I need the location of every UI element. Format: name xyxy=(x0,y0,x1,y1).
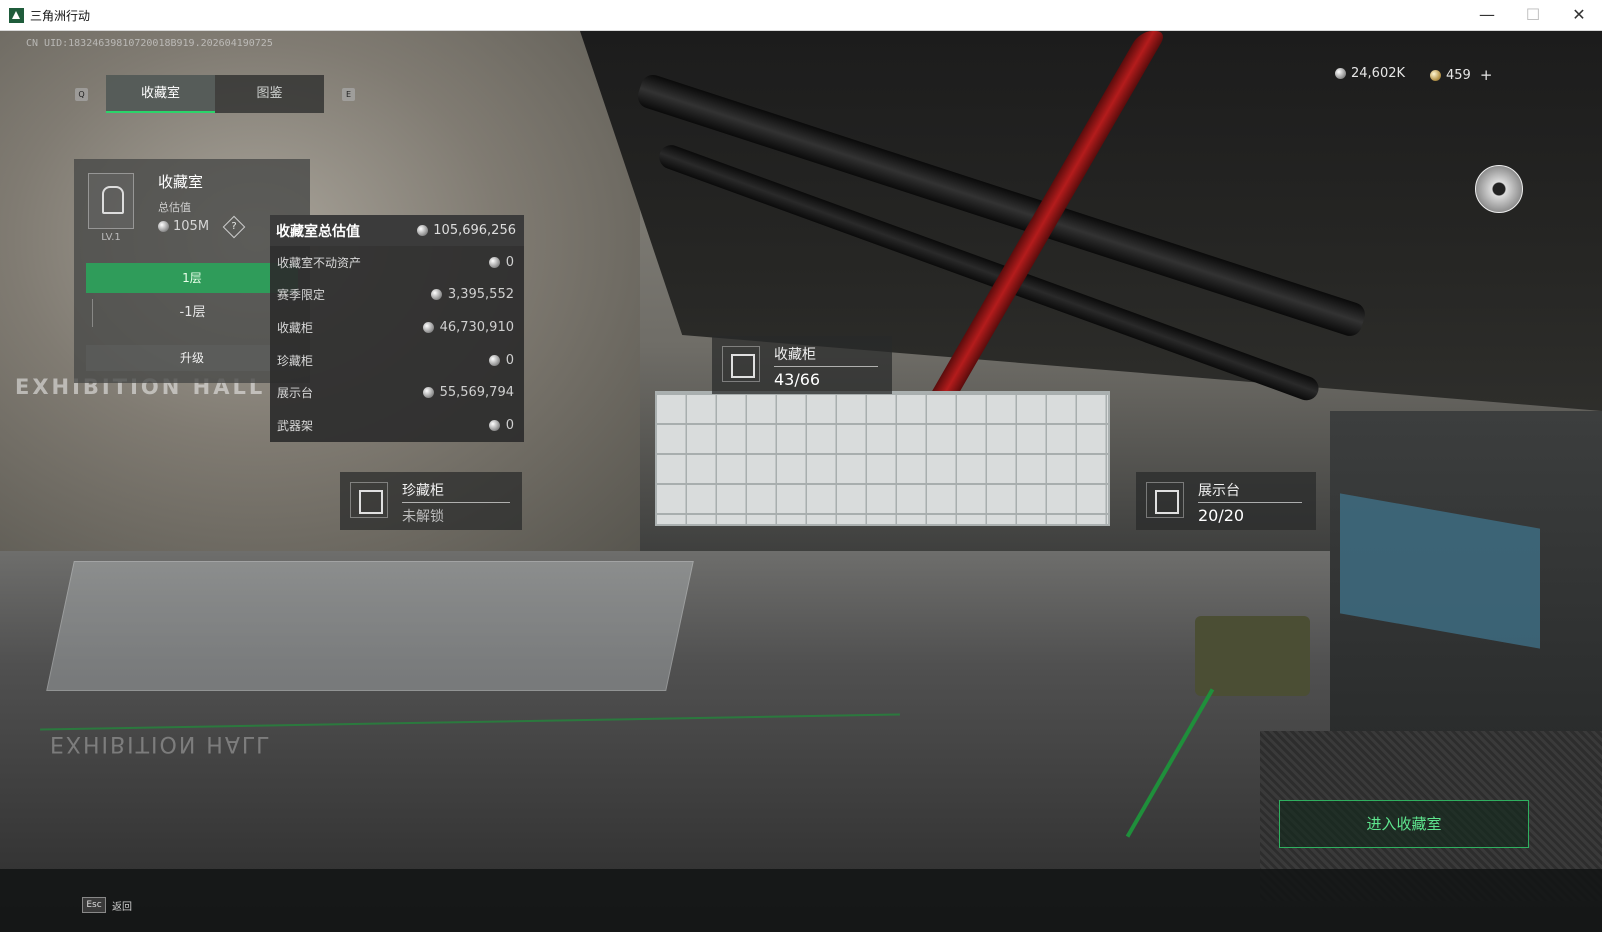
treasure-cabinet-icon xyxy=(350,482,388,518)
coin-icon xyxy=(158,221,169,232)
back-label: 返回 xyxy=(112,901,132,913)
value-row-label: 收藏室不动资产 xyxy=(277,255,362,270)
room-level: LV.1 xyxy=(101,232,121,243)
divider xyxy=(402,502,510,503)
coin-icon xyxy=(1335,68,1346,79)
value-row-amount: 3,395,552 xyxy=(447,287,514,303)
coin-icon xyxy=(422,321,434,333)
cabinet-hotspot[interactable]: 收藏柜 43/66 xyxy=(712,336,892,394)
value-row-label: 赛季限定 xyxy=(277,288,326,303)
coin-icon xyxy=(488,354,500,366)
player-uid: CN UID:18324639810720018B919.20260419072… xyxy=(26,38,273,49)
value-row-amount: 55,569,794 xyxy=(439,385,514,401)
display-stand-hotspot[interactable]: 展示台 20/20 xyxy=(1136,472,1316,530)
value-row-amount: 0 xyxy=(505,352,514,368)
coin-icon xyxy=(430,289,442,301)
value-row: 收藏室不动资产 0 xyxy=(270,246,524,279)
total-amount: 105,696,256 xyxy=(433,223,516,238)
coin-icon xyxy=(488,256,500,268)
cabinet-icon xyxy=(722,346,760,382)
coin-icon xyxy=(488,419,500,431)
tab-catalog[interactable]: 图鉴 xyxy=(215,75,324,113)
coin-balance: 24,602K xyxy=(1335,66,1405,81)
treasure-cabinet-status: 未解锁 xyxy=(402,509,444,525)
token-icon xyxy=(1430,69,1441,81)
app-logo-icon xyxy=(9,8,24,23)
exhibition-hall-floor-text: EXHIBITION HALL xyxy=(50,731,271,756)
value-row-label: 展示台 xyxy=(277,386,314,401)
value-row: 赛季限定 3,395,552 xyxy=(270,279,524,312)
value-row-label: 珍藏柜 xyxy=(277,353,314,368)
value-row-label: 收藏柜 xyxy=(277,320,314,335)
tab-collection-room[interactable]: 收藏室 xyxy=(106,75,215,113)
treasure-cabinet-title: 珍藏柜 xyxy=(402,483,444,499)
value-row: 展示台 55,569,794 xyxy=(270,376,524,409)
upgrade-button[interactable]: 升级 xyxy=(86,345,298,371)
tab-next-key: E xyxy=(342,88,355,101)
sunken-floor-area xyxy=(46,561,694,691)
divider xyxy=(774,366,878,367)
value-row: 收藏柜 46,730,910 xyxy=(270,311,524,344)
esc-key: Esc xyxy=(82,897,106,913)
tab-bar: 收藏室 图鉴 xyxy=(106,75,324,113)
value-row-label: 武器架 xyxy=(277,418,314,433)
cabinet-title: 收藏柜 xyxy=(774,347,816,363)
room-value: 105M xyxy=(158,219,209,234)
room-title: 收藏室 xyxy=(158,173,204,191)
music-disc-icon[interactable] xyxy=(1475,165,1523,213)
token-balance[interactable]: 459 + xyxy=(1430,66,1492,84)
room-value-label: 总估值 xyxy=(158,201,191,214)
display-stand-title: 展示台 xyxy=(1198,483,1240,499)
cabinet-count: 43/66 xyxy=(774,370,821,389)
value-row: 珍藏柜 0 xyxy=(270,344,524,377)
maximize-button[interactable]: ☐ xyxy=(1510,0,1556,31)
value-row-amount: 0 xyxy=(505,254,514,270)
coin-icon xyxy=(417,225,429,236)
add-token-button[interactable]: + xyxy=(1480,66,1493,84)
help-icon[interactable]: ? xyxy=(222,215,246,239)
room-value-amount: 105M xyxy=(173,219,210,234)
coin-amount: 24,602K xyxy=(1351,66,1406,81)
back-hint[interactable]: Esc 返回 xyxy=(82,897,132,913)
enter-collection-room-button[interactable]: 进入收藏室 xyxy=(1279,800,1529,848)
value-row-amount: 46,730,910 xyxy=(439,319,514,335)
bottom-bar xyxy=(0,869,1602,932)
treasure-cabinet-hotspot[interactable]: 珍藏柜 未解锁 xyxy=(340,472,522,530)
tab-prev-key: Q xyxy=(75,88,88,101)
value-breakdown-header: 收藏室总估值 105,696,256 xyxy=(270,215,524,246)
display-stand-count: 20/20 xyxy=(1198,506,1245,525)
help-glyph: ? xyxy=(231,221,237,232)
value-breakdown-title: 收藏室总估值 xyxy=(276,223,360,240)
supply-crate xyxy=(1195,616,1310,696)
divider xyxy=(1198,502,1302,503)
minimize-button[interactable]: — xyxy=(1464,0,1510,31)
window-title: 三角洲行动 xyxy=(30,9,91,23)
value-row-amount: 0 xyxy=(505,417,514,433)
value-breakdown-tooltip: 收藏室总估值 105,696,256 收藏室不动资产 0 赛季限定 3,395,… xyxy=(270,215,524,442)
floor-minus-1-button[interactable]: -1层 xyxy=(92,299,292,327)
value-breakdown-total: 105,696,256 xyxy=(417,223,516,238)
floor-1-button[interactable]: 1层 xyxy=(86,263,298,293)
close-button[interactable]: ✕ xyxy=(1556,0,1602,31)
display-stand-icon xyxy=(1146,482,1184,518)
value-row: 武器架 0 xyxy=(270,409,524,442)
token-amount: 459 xyxy=(1446,67,1471,83)
coin-icon xyxy=(422,387,434,399)
window-titlebar: 三角洲行动 — ☐ ✕ xyxy=(0,0,1602,31)
collection-shelf-wall xyxy=(655,391,1110,526)
collection-room-icon xyxy=(88,173,134,229)
